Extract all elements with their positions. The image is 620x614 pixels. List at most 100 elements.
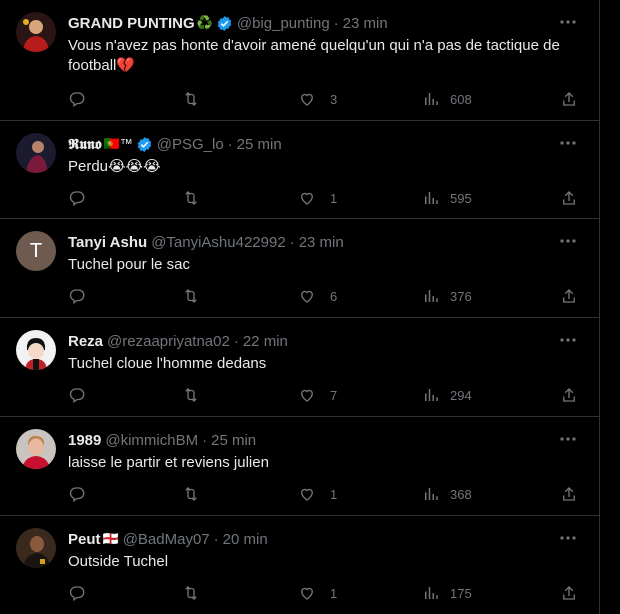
display-name[interactable]: Reza	[68, 333, 103, 350]
avatar[interactable]: T	[16, 231, 56, 271]
retweet-button[interactable]	[182, 484, 200, 504]
more-icon[interactable]	[558, 233, 578, 249]
views-button[interactable]: 368	[422, 484, 472, 504]
retweet-button[interactable]	[182, 583, 200, 603]
timestamp[interactable]: 23 min	[343, 15, 388, 32]
views-icon	[425, 587, 438, 599]
timestamp[interactable]: 25 min	[211, 432, 256, 449]
tweet-text: Outside Tuchel	[68, 553, 169, 570]
display-name[interactable]: 𝕽𝖚𝖓𝖔	[68, 136, 102, 153]
display-name[interactable]: Tanyi Ashu	[68, 234, 147, 251]
reply-button[interactable]	[68, 188, 86, 208]
reply-button[interactable]	[68, 583, 86, 603]
views-button[interactable]: 376	[422, 286, 472, 306]
retweet-button[interactable]	[182, 188, 200, 208]
display-name[interactable]: GRAND PUNTING	[68, 15, 195, 32]
share-button[interactable]	[560, 188, 578, 208]
views-button[interactable]: 294	[422, 385, 472, 405]
reply-icon	[69, 388, 85, 404]
like-button[interactable]: 6	[298, 286, 337, 306]
view-count: 376	[450, 288, 472, 304]
like-button[interactable]: 1	[298, 583, 337, 603]
user-handle[interactable]: @TanyiAshu422992	[151, 234, 286, 251]
timestamp[interactable]: 23 min	[299, 234, 344, 251]
avatar[interactable]	[16, 330, 56, 370]
views-button[interactable]: 608	[422, 89, 472, 109]
retweet-button[interactable]	[182, 286, 200, 306]
timestamp[interactable]: 20 min	[223, 531, 268, 548]
tweet-card[interactable]: Reza @rezaapriyatna02 · 22 min Tuchel cl…	[0, 318, 600, 417]
display-name[interactable]: Peut	[68, 531, 101, 548]
avatar-icon	[16, 12, 56, 52]
more-icon[interactable]	[558, 530, 578, 546]
views-icon	[425, 93, 438, 105]
tweet-card[interactable]: 𝕽𝖚𝖓𝖔 🇵🇹™ @PSG_lo · 25 min Perdu😭😭😭 1 595	[0, 121, 600, 219]
avatar[interactable]	[16, 12, 56, 52]
more-icon[interactable]	[558, 431, 578, 447]
view-count: 294	[450, 387, 472, 403]
share-icon	[563, 586, 575, 600]
avatar[interactable]	[16, 528, 56, 568]
like-icon	[301, 389, 313, 402]
avatar[interactable]	[16, 429, 56, 469]
like-count: 1	[330, 486, 338, 502]
views-button[interactable]: 175	[422, 583, 472, 603]
user-handle[interactable]: @PSG_lo	[157, 136, 224, 153]
reply-button[interactable]	[68, 385, 86, 405]
like-button[interactable]: 7	[298, 385, 337, 405]
like-button[interactable]: 3	[298, 89, 337, 109]
retweet-icon	[185, 289, 197, 303]
more-icon[interactable]	[558, 332, 578, 348]
like-icon	[301, 488, 313, 501]
avatar-icon	[16, 429, 56, 469]
share-button[interactable]	[560, 385, 578, 405]
reply-feed: GRAND PUNTING ♻️ @big_punting · 23 min V…	[0, 0, 600, 614]
user-handle[interactable]: @big_punting	[237, 15, 330, 32]
tweet-card[interactable]: 1989 @kimmichBM · 25 min laisse le parti…	[0, 417, 600, 516]
display-name[interactable]: 1989	[68, 432, 101, 449]
more-icon[interactable]	[558, 135, 578, 151]
verified-icon	[137, 136, 151, 152]
views-icon	[425, 488, 438, 500]
flag-england-icon: 🏴󠁧󠁢󠁥󠁮󠁧󠁿	[102, 531, 119, 546]
share-button[interactable]	[560, 484, 578, 504]
action-bar: 7 294	[68, 385, 584, 405]
reply-button[interactable]	[68, 286, 86, 306]
tweet-card[interactable]: Peut 🏴󠁧󠁢󠁥󠁮󠁧󠁿 @BadMay07 · 20 min Outside …	[0, 516, 600, 614]
more-icon[interactable]	[558, 14, 578, 30]
share-button[interactable]	[560, 89, 578, 109]
like-button[interactable]: 1	[298, 188, 337, 208]
tweet-text: Tuchel cloue l'homme dedans	[68, 355, 267, 372]
action-bar: 6 376	[68, 286, 584, 306]
action-bar: 1 368	[68, 484, 584, 504]
retweet-button[interactable]	[182, 89, 200, 109]
like-icon	[301, 587, 313, 600]
timestamp[interactable]: 22 min	[243, 333, 288, 350]
verified-icon	[217, 15, 232, 31]
user-handle[interactable]: @kimmichBM	[105, 432, 198, 449]
tweet-card[interactable]: GRAND PUNTING ♻️ @big_punting · 23 min V…	[0, 0, 600, 121]
tweet-card[interactable]: T Tanyi Ashu @TanyiAshu422992 · 23 min T…	[0, 219, 600, 318]
share-icon	[563, 487, 575, 501]
action-bar: 1 175	[68, 583, 584, 603]
retweet-icon	[185, 388, 197, 402]
view-count: 368	[450, 486, 472, 502]
retweet-button[interactable]	[182, 385, 200, 405]
views-button[interactable]: 595	[422, 188, 472, 208]
share-button[interactable]	[560, 583, 578, 603]
tweet-header: Peut 🏴󠁧󠁢󠁥󠁮󠁧󠁿 @BadMay07 · 20 min	[68, 529, 268, 549]
user-handle[interactable]: @rezaapriyatna02	[107, 333, 230, 350]
share-icon	[563, 289, 575, 303]
user-handle[interactable]: @BadMay07	[123, 531, 210, 548]
reply-icon	[69, 487, 85, 503]
reply-button[interactable]	[68, 484, 86, 504]
share-button[interactable]	[560, 286, 578, 306]
separator-dot: ·	[289, 233, 295, 251]
tweet-header: GRAND PUNTING ♻️ @big_punting · 23 min	[68, 13, 388, 33]
like-button[interactable]: 1	[298, 484, 337, 504]
avatar[interactable]	[16, 133, 56, 173]
timestamp[interactable]: 25 min	[237, 136, 282, 153]
avatar-icon	[16, 133, 56, 173]
like-count: 3	[330, 91, 338, 107]
reply-button[interactable]	[68, 89, 86, 109]
